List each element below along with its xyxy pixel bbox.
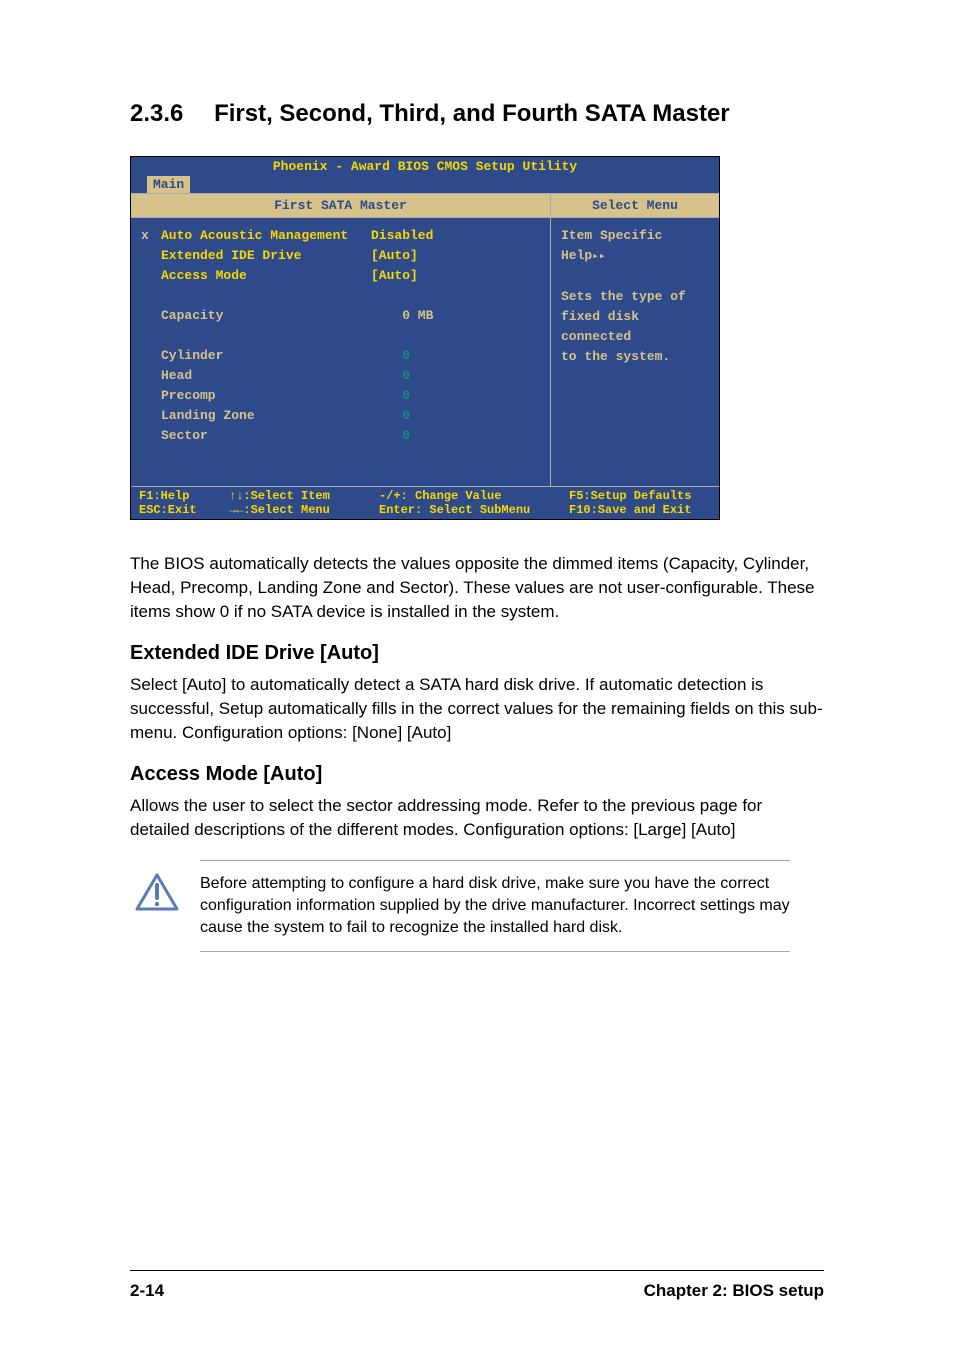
bios-header-row: First SATA Master Select Menu (131, 193, 719, 218)
bios-help-line: Sets the type of (561, 287, 709, 307)
bios-footer-item: ESC:Exit (139, 503, 229, 517)
bios-marker (141, 246, 161, 266)
bios-spacer (561, 267, 709, 287)
bios-row: Sector 0 (141, 426, 540, 446)
bios-value: [Auto] (371, 266, 540, 286)
bios-row: x Auto Acoustic Management Disabled (141, 226, 540, 246)
bios-label: Cylinder (161, 346, 371, 366)
bios-row: Capacity 0 MB (141, 306, 540, 326)
bios-footer-item: →←:Select Menu (229, 503, 379, 517)
bios-tab-main: Main (143, 176, 194, 193)
bios-row: Precomp 0 (141, 386, 540, 406)
bios-row: Head 0 (141, 366, 540, 386)
bios-spacer (141, 286, 540, 306)
bios-marker (141, 366, 161, 386)
bios-footer-item: Enter: Select SubMenu (379, 503, 569, 517)
caution-icon (135, 873, 185, 918)
paragraph: Allows the user to select the sector add… (130, 794, 824, 842)
subheading-extended-ide: Extended IDE Drive [Auto] (130, 642, 824, 665)
bios-screenshot: Phoenix - Award BIOS CMOS Setup Utility … (130, 156, 720, 520)
bios-body-left: x Auto Acoustic Management Disabled Exte… (131, 218, 551, 486)
bios-marker (141, 386, 161, 406)
bios-footer-item: F5:Setup Defaults (569, 489, 711, 503)
bios-help-line: to the system. (561, 347, 709, 367)
bios-value: [Auto] (371, 246, 540, 266)
bios-marker (141, 306, 161, 326)
bios-label: Extended IDE Drive (161, 246, 371, 266)
bios-row: Landing Zone 0 (141, 406, 540, 426)
note-block: Before attempting to configure a hard di… (200, 860, 790, 952)
bios-help-title-text: Item Specific Help (561, 228, 662, 263)
bios-spacer (141, 326, 540, 346)
bios-footer-item: F10:Save and Exit (569, 503, 711, 517)
bios-footer-item: -/+: Change Value (379, 489, 569, 503)
bios-marker: x (141, 226, 161, 246)
bios-value: 0 MB (371, 306, 540, 326)
bios-value: 0 (371, 426, 540, 446)
bios-value: 0 (371, 346, 540, 366)
bios-help-line: fixed disk connected (561, 307, 709, 347)
bios-marker (141, 406, 161, 426)
bios-label: Access Mode (161, 266, 371, 286)
bios-footer-item: ↑↓:Select Item (229, 489, 379, 503)
bios-label: Precomp (161, 386, 371, 406)
paragraph: Select [Auto] to automatically detect a … (130, 673, 824, 745)
bios-header-left: First SATA Master (131, 194, 551, 217)
bios-row: Cylinder 0 (141, 346, 540, 366)
bios-help-title: Item Specific Help▸▸ (561, 226, 709, 267)
bios-label: Head (161, 366, 371, 386)
bios-value: 0 (371, 386, 540, 406)
page-number: 2-14 (130, 1281, 164, 1301)
bios-value: 0 (371, 406, 540, 426)
bios-help-panel: Item Specific Help▸▸ Sets the type of fi… (551, 218, 719, 486)
bios-row: Access Mode [Auto] (141, 266, 540, 286)
section-number: 2.3.6 (130, 100, 183, 127)
chapter-label: Chapter 2: BIOS setup (644, 1281, 824, 1301)
bios-value: Disabled (371, 226, 540, 246)
bios-marker (141, 426, 161, 446)
bios-label: Sector (161, 426, 371, 446)
section-title: First, Second, Third, and Fourth SATA Ma… (214, 100, 730, 127)
page-footer: 2-14 Chapter 2: BIOS setup (130, 1270, 824, 1301)
bios-label: Auto Acoustic Management (161, 226, 371, 246)
bios-footer-item: F1:Help (139, 489, 229, 503)
bios-label: Landing Zone (161, 406, 371, 426)
subheading-access-mode: Access Mode [Auto] (130, 763, 824, 786)
section-heading: 2.3.6 First, Second, Third, and Fourth S… (130, 100, 824, 128)
bios-value: 0 (371, 366, 540, 386)
bios-marker (141, 266, 161, 286)
bios-footer: F1:Help ↑↓:Select Item -/+: Change Value… (131, 486, 719, 519)
bios-label: Capacity (161, 306, 371, 326)
bios-row: Extended IDE Drive [Auto] (141, 246, 540, 266)
bios-body: x Auto Acoustic Management Disabled Exte… (131, 218, 719, 486)
bios-marker (141, 346, 161, 366)
paragraph: The BIOS automatically detects the value… (130, 552, 824, 624)
bios-header-right: Select Menu (551, 194, 719, 217)
bios-title: Phoenix - Award BIOS CMOS Setup Utility (131, 157, 719, 176)
arrow-icon: ▸▸ (592, 251, 605, 263)
bios-tab-row: Main (131, 176, 719, 193)
note-text: Before attempting to configure a hard di… (200, 873, 790, 939)
